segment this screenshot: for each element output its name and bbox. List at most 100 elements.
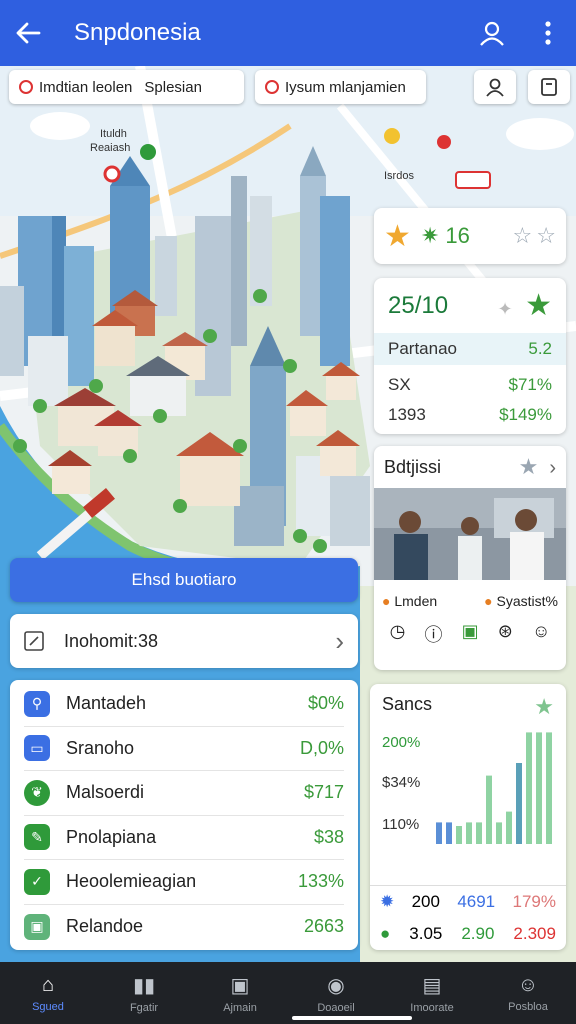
share-icon[interactable]: ⊛ <box>498 621 513 647</box>
location-chip-left[interactable]: Imdtian leolen Splesian <box>9 70 244 104</box>
info-row[interactable]: Inohomit:38 › <box>10 614 358 668</box>
photo-card[interactable]: Bdtjissi ★ › ● Lmden ● Syastist% ◷ ⓘ ▣ ⊛… <box>374 446 566 670</box>
info-icon[interactable]: ⓘ <box>424 621 442 647</box>
footer-value: 2.90 <box>461 924 495 943</box>
document-icon <box>541 78 557 96</box>
y-tick-label: $34% <box>382 774 421 791</box>
map-label: Isrdos <box>384 170 414 182</box>
star-icon: ★ <box>534 694 554 719</box>
chart-bar <box>536 732 542 844</box>
globe-icon: ✹ <box>380 892 395 911</box>
list-item-value: 2663 <box>303 916 344 937</box>
photo-loc-left: Lmden <box>394 593 438 609</box>
metrics-list: ⚲ Mantadeh $0% ▭ Sranoho D,0% ❦ Malsoerd… <box>10 680 358 950</box>
stats-row: 1393 $149% <box>388 405 552 425</box>
list-item[interactable]: ❦ Malsoerdi $717 <box>24 771 344 816</box>
stats-row-value: 5.2 <box>528 339 552 358</box>
nav-tab-save[interactable]: ▤ Imoorate <box>384 962 480 1024</box>
footer-value: 3.05 <box>409 924 443 943</box>
nav-label: Doaoeil <box>317 1001 355 1014</box>
stats-row-label: Partanao <box>388 339 457 358</box>
chip-label-extra: Splesian <box>144 78 202 96</box>
chart-bar <box>516 763 522 844</box>
nav-tab-home[interactable]: ⌂ Sgued <box>0 962 96 1024</box>
nav-label: Fgatir <box>129 1001 159 1014</box>
search-icon: ⚲ <box>24 690 50 717</box>
page-title: Snpdonesia <box>74 19 201 46</box>
star-icon: ★ <box>525 289 552 322</box>
list-item-value: $38 <box>313 826 344 847</box>
pin-icon: ● <box>382 593 391 609</box>
person-icon <box>486 78 504 97</box>
stats-row: Partanao 5.2 <box>374 333 566 365</box>
pencil-icon: ✎ <box>24 824 50 851</box>
chart-bar <box>466 822 472 844</box>
profile-icon[interactable] <box>464 0 520 66</box>
list-item-value: D,0% <box>299 737 344 758</box>
list-item-label: Sranoho <box>66 737 135 758</box>
list-item[interactable]: ✓ Heoolemieagian 133% <box>24 860 344 905</box>
chart-bar <box>446 822 452 844</box>
chart-bar <box>526 732 532 844</box>
nav-label: Ajmain <box>223 1001 257 1014</box>
account-button[interactable] <box>474 70 516 104</box>
list-item-label: Heoolemieagian <box>66 871 197 892</box>
nav-label: Sgued <box>32 1000 64 1013</box>
list-item-label: Relandoe <box>66 916 144 937</box>
more-vert-icon[interactable] <box>520 0 576 66</box>
clock-icon[interactable]: ◷ <box>390 621 406 647</box>
star-icon: ★ <box>384 219 411 253</box>
list-item[interactable]: ⚲ Mantadeh $0% <box>24 682 344 727</box>
chart-footer-row: ● 3.05 2.90 2.309 <box>370 918 566 950</box>
chart-bar <box>456 826 462 844</box>
star-outline-icon[interactable]: ☆ <box>513 223 533 249</box>
star-outline-icon[interactable]: ★ <box>519 454 539 479</box>
leaf-icon: ● <box>380 924 391 943</box>
nav-tab-photos[interactable]: ▣ Ajmain <box>192 962 288 1024</box>
nav-tab-stats[interactable]: ▮▮ Fgatir <box>96 962 192 1024</box>
footer-value: 2.309 <box>513 924 556 943</box>
nav-tab-camera[interactable]: ◉ Doaoeil <box>288 962 384 1024</box>
bottom-nav: ⌂ Sgued ▮▮ Fgatir ▣ Ajmain ◉ Doaoeil ▤ I… <box>0 962 576 1024</box>
bar-chart <box>436 732 552 844</box>
gallery-icon[interactable]: ▣ <box>462 621 479 647</box>
chart-bar <box>506 811 512 844</box>
back-arrow-icon[interactable] <box>0 0 56 66</box>
sparkle-icon: ✦ <box>497 299 513 319</box>
map-label: Reaiash <box>90 142 131 154</box>
list-item-label: Malsoerdi <box>66 782 145 803</box>
y-tick-label: 200% <box>382 734 421 751</box>
home-icon: ⌂ <box>41 973 55 996</box>
chevron-right-icon[interactable]: › <box>549 457 556 479</box>
rating-value: 16 <box>445 223 470 248</box>
list-item[interactable]: ▣ Relandoe 2663 <box>24 905 344 950</box>
list-item-label: Mantadeh <box>66 693 147 714</box>
chip-label: Imdtian leolen <box>39 78 133 96</box>
emoji-icon[interactable]: ☺ <box>532 621 550 647</box>
photo-loc-right: Syastist% <box>496 593 558 609</box>
stats-row-label: 1393 <box>388 405 426 424</box>
bookmark-button[interactable] <box>528 70 570 104</box>
list-item[interactable]: ▭ Sranoho D,0% <box>24 727 344 771</box>
primary-action-button[interactable]: Ehsd buotiaro <box>10 558 358 602</box>
nav-tab-profile[interactable]: ☺ Posbloa <box>480 962 576 1024</box>
stats-row: SX $71% <box>388 375 552 395</box>
location-chip-right[interactable]: Iysum mlanjamien <box>255 70 426 104</box>
people-photo[interactable] <box>374 488 566 580</box>
user-icon: ☺ <box>517 973 539 996</box>
rating-card[interactable]: ★ ✷ 16 ☆ ☆ <box>374 208 566 264</box>
map-label: Ituldh <box>100 128 127 140</box>
chart-bar <box>496 822 502 844</box>
chart-bar <box>436 822 442 844</box>
star-outline-icon[interactable]: ☆ <box>536 223 556 249</box>
app: Snpdonesia Ituldh Reaiash Isrdos Imdtian… <box>0 0 576 1024</box>
stats-headline: 25/10 <box>388 291 449 319</box>
camera-icon: ◉ <box>327 974 345 997</box>
chart-bar <box>546 732 552 844</box>
chevron-right-icon: › <box>335 625 344 656</box>
pin-icon <box>265 80 279 94</box>
top-app-bar: Snpdonesia <box>0 0 576 66</box>
y-tick-label: 110% <box>382 816 420 833</box>
home-indicator <box>292 1016 412 1020</box>
list-item[interactable]: ✎ Pnolapiana $38 <box>24 816 344 860</box>
